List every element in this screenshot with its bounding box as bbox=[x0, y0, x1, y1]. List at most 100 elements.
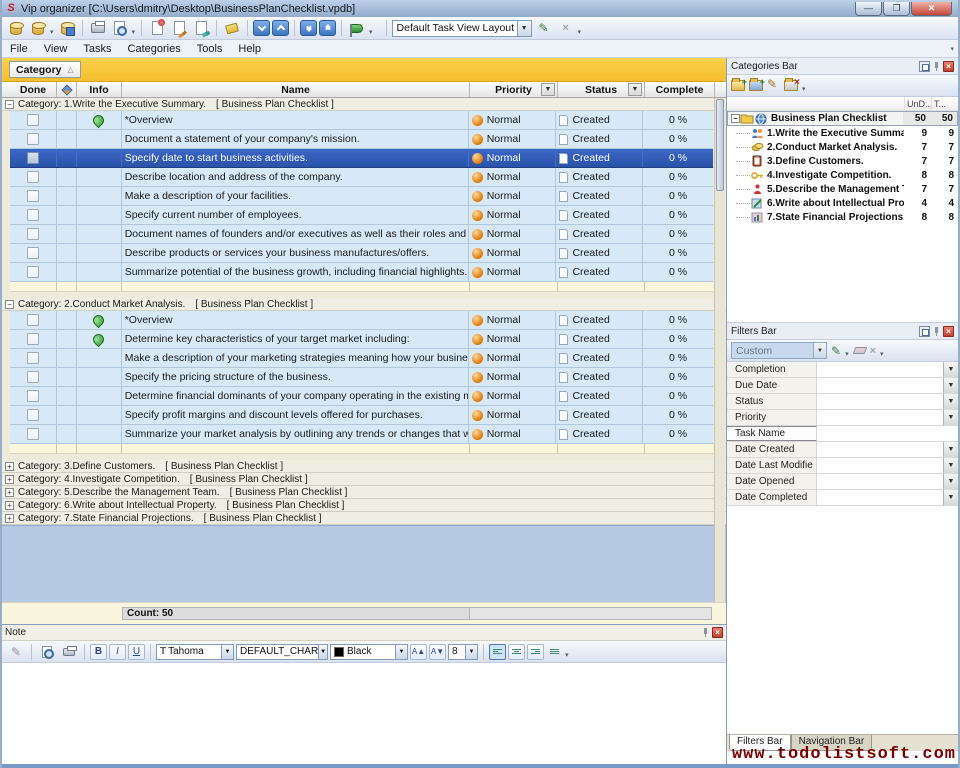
tree-item-category[interactable]: 6.Write about Intellectual Prop 4 4 bbox=[727, 196, 958, 210]
filters-toolbar-overflow-icon[interactable]: ▾ bbox=[880, 350, 884, 358]
delete-category-icon[interactable]: × bbox=[784, 80, 798, 91]
menu-tasks[interactable]: Tasks bbox=[75, 41, 119, 57]
done-checkbox[interactable] bbox=[27, 314, 39, 326]
restore-icon[interactable] bbox=[919, 326, 930, 337]
edit-note-icon[interactable]: ✎ bbox=[6, 642, 26, 662]
column-info[interactable]: Info bbox=[77, 82, 122, 97]
expand-icon[interactable]: + bbox=[5, 514, 14, 523]
new-task-icon[interactable] bbox=[147, 18, 167, 38]
new-database-icon[interactable] bbox=[6, 18, 26, 38]
task-row[interactable]: Specify the pricing structure of the bus… bbox=[10, 368, 713, 387]
tree-item-category[interactable]: 4.Investigate Competition. 8 8 bbox=[727, 168, 958, 182]
scrollbar-thumb[interactable] bbox=[716, 99, 724, 191]
edit-task-icon[interactable] bbox=[169, 18, 189, 38]
italic-button[interactable]: I bbox=[109, 644, 126, 660]
done-checkbox[interactable] bbox=[27, 228, 39, 240]
done-checkbox[interactable] bbox=[27, 266, 39, 278]
open-dropdown-icon[interactable]: ▾ bbox=[50, 28, 54, 36]
menu-tools[interactable]: Tools bbox=[189, 41, 231, 57]
category-group-header-collapsed[interactable]: + Category: 5.Describe the Management Te… bbox=[2, 486, 726, 499]
align-center-icon[interactable] bbox=[508, 644, 525, 660]
filter-value-field[interactable] bbox=[817, 490, 943, 505]
new-subcategory-icon[interactable]: + bbox=[749, 80, 763, 91]
align-left-icon[interactable] bbox=[489, 644, 506, 660]
tree-item-category[interactable]: 2.Conduct Market Analysis. 7 7 bbox=[727, 140, 958, 154]
layout-combo[interactable]: Default Task View Layout ▼ bbox=[392, 20, 532, 37]
column-status[interactable]: Status▼ bbox=[558, 82, 645, 97]
group-category-button[interactable]: Category △ bbox=[9, 61, 81, 78]
category-group-header-collapsed[interactable]: + Category: 6.Write about Intellectual P… bbox=[2, 499, 726, 512]
column-complete[interactable]: Complete bbox=[645, 82, 715, 97]
done-checkbox[interactable] bbox=[27, 333, 39, 345]
task-row[interactable]: Summarize your market analysis by outlin… bbox=[10, 425, 713, 444]
tree-item-category[interactable]: 3.Define Customers. 7 7 bbox=[727, 154, 958, 168]
filter-value-field[interactable] bbox=[817, 378, 943, 393]
category-group-header[interactable]: − Category: 1.Write the Executive Summar… bbox=[2, 98, 726, 111]
delete-layout-icon[interactable]: × bbox=[556, 18, 576, 38]
pin-icon[interactable] bbox=[932, 327, 941, 336]
move-to-bottom-icon[interactable] bbox=[300, 20, 317, 36]
filter-value-field[interactable] bbox=[817, 474, 943, 489]
column-name[interactable]: Name bbox=[122, 82, 470, 97]
move-down-icon[interactable] bbox=[253, 20, 270, 36]
align-right-icon[interactable] bbox=[527, 644, 544, 660]
expand-icon[interactable]: + bbox=[5, 462, 14, 471]
task-row[interactable]: Determine key characteristics of your ta… bbox=[10, 330, 713, 349]
chevron-down-icon[interactable]: ▼ bbox=[517, 21, 531, 36]
chevron-down-icon[interactable]: ▼ bbox=[943, 458, 958, 473]
column-undone[interactable]: UnD... bbox=[904, 97, 931, 110]
bold-button[interactable]: B bbox=[90, 644, 107, 660]
apply-filter-dropdown-icon[interactable]: ▾ bbox=[845, 350, 849, 358]
print-preview-icon[interactable] bbox=[110, 18, 130, 38]
filter-value-field[interactable] bbox=[817, 442, 943, 457]
menu-overflow-icon[interactable]: ▾ bbox=[950, 45, 954, 53]
filter-preset-combo[interactable]: Custom ▼ bbox=[731, 342, 827, 359]
collapse-icon[interactable]: − bbox=[5, 300, 14, 309]
category-group-header-collapsed[interactable]: + Category: 3.Define Customers. [ Busine… bbox=[2, 460, 726, 473]
task-name-filter-input[interactable] bbox=[817, 426, 958, 441]
task-row[interactable]: Determine financial dominants of your co… bbox=[10, 387, 713, 406]
filter-flag-icon[interactable] bbox=[347, 18, 367, 38]
task-row[interactable]: Specify current number of employees. Nor… bbox=[10, 206, 713, 225]
chevron-down-icon[interactable]: ▼ bbox=[813, 343, 826, 358]
done-checkbox[interactable] bbox=[27, 409, 39, 421]
size-combo[interactable]: 8 ▼ bbox=[448, 644, 478, 660]
chevron-down-icon[interactable]: ▼ bbox=[395, 645, 407, 659]
chevron-down-icon[interactable]: ▼ bbox=[943, 442, 958, 457]
done-checkbox[interactable] bbox=[27, 152, 39, 164]
column-done[interactable]: Done bbox=[10, 82, 57, 97]
filter-value-field[interactable] bbox=[817, 410, 943, 425]
expand-icon[interactable]: + bbox=[5, 488, 14, 497]
task-row[interactable]: Describe products or services your busin… bbox=[10, 244, 713, 263]
task-row[interactable]: Summarize potential of the business grow… bbox=[10, 263, 713, 282]
complete-task-icon[interactable] bbox=[191, 18, 211, 38]
done-checkbox[interactable] bbox=[27, 190, 39, 202]
column-priority-flag[interactable] bbox=[57, 82, 77, 97]
chevron-down-icon[interactable]: ▼ bbox=[221, 645, 233, 659]
filter-value-field[interactable] bbox=[817, 362, 943, 377]
close-icon[interactable]: × bbox=[712, 627, 723, 638]
task-row[interactable]: *Overview Normal Created 0 % bbox=[10, 111, 713, 130]
done-checkbox[interactable] bbox=[27, 428, 39, 440]
column-priority[interactable]: Priority▼ bbox=[470, 82, 558, 97]
category-group-header[interactable]: − Category: 2.Conduct Market Analysis. [… bbox=[2, 298, 726, 311]
chevron-down-icon[interactable]: ▼ bbox=[943, 362, 958, 377]
vertical-scrollbar[interactable] bbox=[714, 98, 725, 602]
tree-item-root[interactable]: − Business Plan Checklist 50 50 bbox=[727, 111, 958, 126]
filter-value-field[interactable] bbox=[817, 394, 943, 409]
label-icon[interactable] bbox=[222, 18, 242, 38]
category-group-header-collapsed[interactable]: + Category: 4.Investigate Competition. [… bbox=[2, 473, 726, 486]
priority-filter-dropdown[interactable]: ▼ bbox=[541, 83, 555, 96]
category-group-header-collapsed[interactable]: + Category: 7.State Financial Projection… bbox=[2, 512, 726, 525]
expand-icon[interactable]: + bbox=[5, 475, 14, 484]
task-row-selected[interactable]: Specify date to start business activitie… bbox=[10, 149, 713, 168]
decrease-font-icon[interactable]: A▼ bbox=[429, 644, 446, 660]
menu-help[interactable]: Help bbox=[230, 41, 269, 57]
filter-value-field[interactable] bbox=[817, 458, 943, 473]
delete-filter-icon[interactable]: × bbox=[870, 345, 876, 357]
note-toolbar-overflow-icon[interactable]: ▾ bbox=[565, 651, 569, 659]
print-icon[interactable] bbox=[88, 18, 108, 38]
done-checkbox[interactable] bbox=[27, 209, 39, 221]
move-up-icon[interactable] bbox=[272, 20, 289, 36]
tree-item-category[interactable]: 1.Write the Executive Summary 9 9 bbox=[727, 126, 958, 140]
